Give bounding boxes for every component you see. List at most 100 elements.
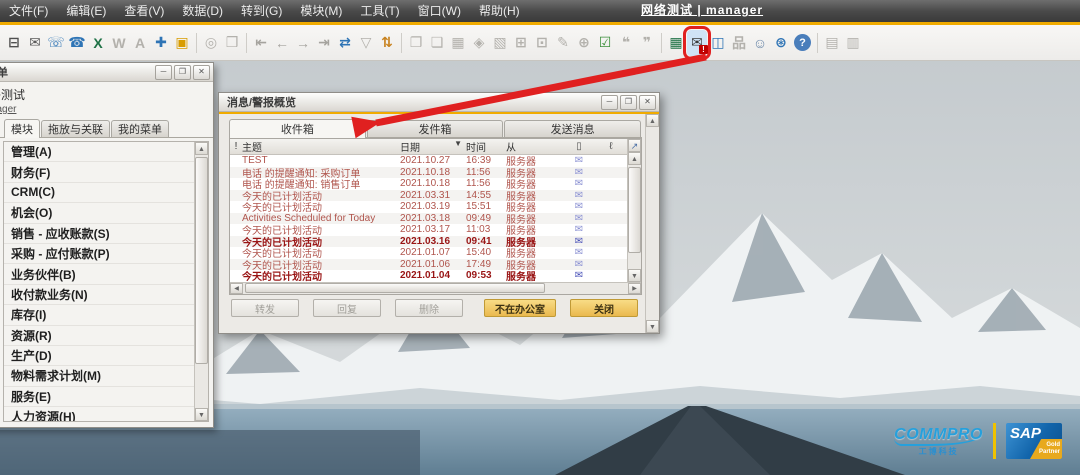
envelope-icon[interactable]: ✉	[556, 190, 602, 201]
query-icon[interactable]: ⊡	[532, 30, 552, 56]
calendar-icon[interactable]: ⊛	[771, 30, 791, 56]
col-from[interactable]: 从	[506, 139, 556, 154]
col-date[interactable]: 日期 ▼	[400, 139, 466, 154]
next-record-icon[interactable]: →	[293, 30, 313, 56]
export-word-icon[interactable]: W	[109, 30, 129, 56]
org-chart-icon[interactable]: 品	[729, 30, 749, 56]
menu-item[interactable]: 窗口(W)	[409, 0, 470, 22]
first-record-icon[interactable]: ⇤	[251, 30, 271, 56]
scroll-right-icon[interactable]: ▶	[628, 282, 641, 294]
scroll-left-icon[interactable]: ◀	[230, 282, 243, 294]
menu-item[interactable]: 工具(T)	[351, 0, 408, 22]
sidebar-item[interactable]: 人力资源(H)	[4, 407, 194, 421]
toolbar-divider[interactable]	[817, 32, 818, 53]
col-status document-icon[interactable]: ▯	[556, 141, 602, 152]
out-of-office-button[interactable]: 不在办公室	[484, 299, 556, 317]
report1-icon[interactable]: ▤	[822, 30, 842, 56]
toolbar-divider[interactable]	[196, 32, 197, 53]
employee-icon[interactable]: ☺	[750, 30, 770, 56]
queue-icon[interactable]: ❒	[222, 30, 242, 56]
maximize-icon[interactable]: ❐	[174, 64, 191, 80]
toolbar-divider[interactable]	[401, 32, 402, 53]
tab-inbox[interactable]: 收件箱	[229, 119, 366, 138]
sidebar-item[interactable]: 服务(E)	[4, 387, 194, 408]
sidebar-item[interactable]: CRM(C)	[4, 183, 194, 204]
scroll-up-icon[interactable]: ▲	[646, 114, 659, 127]
menu-item[interactable]: 数据(D)	[173, 0, 232, 22]
form-settings-icon[interactable]: ☑	[595, 30, 615, 56]
envelope-icon[interactable]: ✉	[556, 155, 602, 166]
close-icon[interactable]: ✕	[639, 94, 656, 110]
menu-item[interactable]: 文件(F)	[0, 0, 57, 22]
col-time[interactable]: 时间	[466, 139, 506, 154]
reply-button[interactable]: 回复	[313, 299, 381, 317]
gross-profit-icon[interactable]: ▧	[490, 30, 510, 56]
toolbar-divider[interactable]	[661, 32, 662, 53]
envelope-icon[interactable]: ✉	[556, 247, 602, 258]
tab-outbox[interactable]: 发件箱	[366, 120, 504, 137]
sidebar-item[interactable]: 财务(F)	[4, 162, 194, 183]
scroll-up-icon[interactable]: ▲	[628, 152, 641, 165]
tab-my-menu[interactable]: 我的菜单	[111, 120, 169, 137]
close-button[interactable]: 关闭	[570, 299, 638, 317]
sidebar-item[interactable]: 采购 - 应付账款(P)	[4, 244, 194, 265]
tab-modules[interactable]: 模块	[4, 119, 40, 138]
sidebar-item[interactable]: 库存(I)	[4, 305, 194, 326]
copy-to-icon[interactable]: ❐	[406, 30, 426, 56]
lock-screen-icon[interactable]: ▣	[172, 30, 192, 56]
envelope-icon[interactable]: ✉	[556, 259, 602, 270]
note-icon[interactable]: ❞	[637, 30, 657, 56]
sidebar-item[interactable]: 机会(O)	[4, 203, 194, 224]
launch-application-icon[interactable]: ✚	[151, 30, 171, 56]
scroll-down-icon[interactable]: ▼	[195, 408, 208, 421]
menu-item[interactable]: 帮助(H)	[470, 0, 529, 22]
comment-icon[interactable]: ❝	[616, 30, 636, 56]
toolbar-divider[interactable]	[246, 32, 247, 53]
messages-alerts-icon[interactable]: ✉ !	[683, 25, 711, 60]
scroll-thumb[interactable]	[245, 282, 546, 293]
menu-item[interactable]: 转到(G)	[232, 0, 291, 22]
delete-button[interactable]: 删除	[395, 299, 463, 317]
expand-grid-icon[interactable]: ↗	[628, 139, 641, 152]
last-record-icon[interactable]: ⇥	[314, 30, 334, 56]
find-icon[interactable]: ◎	[201, 30, 221, 56]
export-excel-icon[interactable]: X	[88, 30, 108, 56]
tab-drag-relate[interactable]: 拖放与关联	[41, 120, 110, 137]
minimize-icon[interactable]: ─	[601, 94, 618, 110]
previous-record-icon[interactable]: ←	[272, 30, 292, 56]
main-menu-titlebar[interactable]: 主菜单 ─ ❐ ✕	[0, 63, 213, 82]
scroll-down-icon[interactable]: ▼	[646, 320, 659, 333]
sidebar-item[interactable]: 生产(D)	[4, 346, 194, 367]
table-hscrollbar[interactable]: ◀ ▶	[230, 281, 641, 294]
sidebar-scrollbar[interactable]: ▲ ▼	[194, 142, 208, 421]
print-icon[interactable]: ⊟	[4, 30, 24, 56]
filter-icon[interactable]: ▽	[356, 30, 376, 56]
journal-preview-icon[interactable]: ▦	[448, 30, 468, 56]
sidebar-item[interactable]: 管理(A)	[4, 142, 194, 163]
table-row[interactable]: 今天的已计划活动 2021.01.04 09:53 服务器 ✉	[230, 270, 627, 283]
forward-button[interactable]: 转发	[231, 299, 299, 317]
related-window-icon[interactable]: ◫	[708, 30, 728, 56]
sidebar-item[interactable]: 物料需求计划(M)	[4, 366, 194, 387]
edit-icon[interactable]: ✎	[553, 30, 573, 56]
tab-send-message[interactable]: 发送消息	[504, 120, 642, 137]
menu-item[interactable]: 模块(M)	[291, 0, 351, 22]
envelope-icon[interactable]: ✉	[556, 213, 602, 224]
minimize-icon[interactable]: ─	[155, 64, 172, 80]
envelope-icon[interactable]: ✉	[556, 178, 602, 189]
email-icon[interactable]: ✉	[25, 30, 45, 56]
dialog-scrollbar[interactable]: ▲ ▼	[645, 114, 659, 333]
document-table-icon[interactable]: ⊞	[511, 30, 531, 56]
menu-item[interactable]: 查看(V)	[115, 0, 173, 22]
fax-icon[interactable]: ☎	[67, 30, 87, 56]
menu-item[interactable]: 编辑(E)	[57, 0, 115, 22]
sidebar-item[interactable]: 资源(R)	[4, 326, 194, 346]
report2-icon[interactable]: ▥	[843, 30, 863, 56]
envelope-icon[interactable]: ✉	[556, 201, 602, 212]
maximize-icon[interactable]: ❐	[620, 94, 637, 110]
envelope-icon[interactable]: ✉	[556, 167, 602, 178]
col-exclamation[interactable]: !	[230, 141, 242, 152]
copy-from-icon[interactable]: ❏	[427, 30, 447, 56]
col-subject[interactable]: 主题	[242, 139, 400, 154]
export-pdf-icon[interactable]: A	[130, 30, 150, 56]
